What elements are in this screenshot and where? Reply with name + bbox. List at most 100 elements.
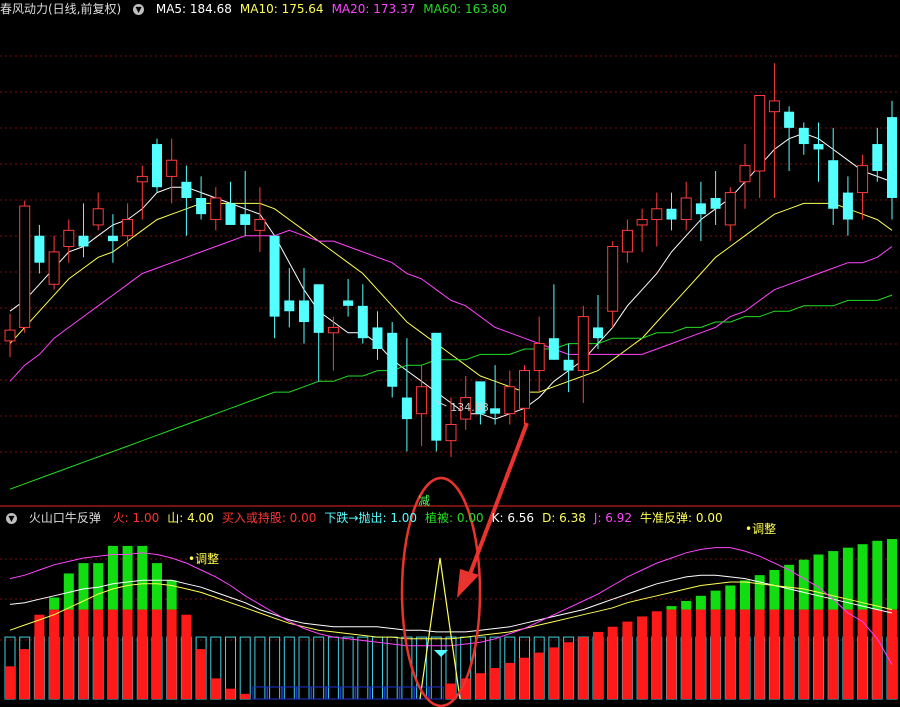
indicator-red-bar xyxy=(593,631,603,699)
sub_header-value-6: D: 6.38 xyxy=(542,511,586,525)
indicator-green-bar xyxy=(740,580,750,610)
indicator-green-bar xyxy=(754,575,765,610)
candle-body-down xyxy=(34,235,45,263)
indicator-red-bar xyxy=(798,609,809,699)
indicator-red-bar xyxy=(490,668,501,699)
indicator-red-bar xyxy=(842,609,853,699)
candle-body-down xyxy=(152,144,162,188)
candle-body-down xyxy=(798,127,809,145)
indicator-red-bar xyxy=(181,614,192,699)
indicator-red-bar xyxy=(710,609,721,699)
candle-body-up xyxy=(577,316,589,372)
indicator-red-bar xyxy=(666,609,677,699)
chevron-down-icon[interactable]: ▼ xyxy=(6,513,17,524)
candle-body-up xyxy=(166,159,178,177)
candle-body-down xyxy=(284,300,295,312)
indicator-red-bar xyxy=(63,609,74,699)
indicator-green-bar xyxy=(107,545,118,610)
indicator-green-bar xyxy=(666,606,677,610)
low-price-label: 134.88 xyxy=(450,401,489,414)
indicator-green-bar xyxy=(798,559,809,610)
candle-body-up xyxy=(4,329,16,342)
indicator-red-bar xyxy=(137,609,148,699)
indicator-red-bar xyxy=(725,609,736,699)
candle-body-down xyxy=(78,235,89,247)
indicator-red-bar xyxy=(93,609,104,699)
indicator-red-bar xyxy=(740,609,750,699)
indicator-green-bar xyxy=(857,544,868,610)
candle-body-down xyxy=(181,181,192,198)
candle-body-down xyxy=(828,160,839,209)
indicator-green-bar xyxy=(828,551,839,610)
candle-body-down xyxy=(313,284,324,333)
chevron-down-icon[interactable]: ▼ xyxy=(133,4,145,15)
indicator-green-bar xyxy=(152,563,162,610)
main-title[interactable]: 春风动力(日线,前复权) xyxy=(0,2,121,16)
candle-body-up xyxy=(327,326,339,334)
indicator-red-bar xyxy=(607,626,618,699)
indicator-red-bar xyxy=(637,616,648,699)
candle-body-up xyxy=(680,197,692,221)
indicator-red-bar xyxy=(34,614,45,699)
candle-body-down xyxy=(387,332,398,387)
indicator-red-bar xyxy=(107,609,118,699)
candle-body-up xyxy=(519,370,530,409)
candle-body-up xyxy=(48,251,60,285)
candle-body-down xyxy=(548,338,559,360)
sub_header-value-8: 牛准反弹: 0.00 xyxy=(640,511,723,525)
indicator-green-bar xyxy=(710,590,721,610)
indicator-red-bar xyxy=(166,609,177,699)
indicator-red-bar xyxy=(475,673,486,699)
candle-body-down xyxy=(372,327,383,349)
indicator-red-bar xyxy=(695,609,706,699)
indicator-red-bar xyxy=(813,609,824,699)
indicator-red-bar xyxy=(210,678,221,699)
indicator-red-bar xyxy=(240,693,251,699)
indicator-red-bar xyxy=(504,662,515,699)
sub_header-value-2: 买入或持股: 0.00 xyxy=(221,511,317,525)
candle-body-up xyxy=(621,229,633,253)
sub_header-value-7: J: 6.92 xyxy=(593,511,633,525)
indicator-red-bar xyxy=(122,609,133,699)
candle-body-down xyxy=(666,208,677,220)
candle-body-up xyxy=(210,197,222,221)
sub_header-value-4: 植被: 0.00 xyxy=(425,511,484,525)
candle-body-down xyxy=(842,192,853,220)
candle-body-up xyxy=(136,175,148,183)
indicator-red-bar xyxy=(152,609,162,699)
indicator-green-bar xyxy=(122,545,133,610)
candle-body-up xyxy=(533,343,545,372)
indicator-red-bar xyxy=(563,642,574,699)
chart-stage: 134.88 减 •调整 •调整 xyxy=(0,0,900,707)
candle-body-up xyxy=(857,165,869,194)
indicator-red-bar xyxy=(49,609,60,699)
indicator-red-bar xyxy=(651,611,662,699)
sub-header: ▼ 火山口牛反弹 火: 1.00 山: 4.00 买入或持股: 0.00 下跌→抛出:… xyxy=(0,509,739,527)
candle-body-down xyxy=(695,203,706,215)
indicator-red-bar xyxy=(622,621,633,699)
candle-body-up xyxy=(63,229,75,248)
candle-body-up xyxy=(739,165,751,183)
indicator-red-bar xyxy=(887,609,897,699)
indicator-red-bar xyxy=(19,649,30,699)
indicator-green-bar xyxy=(813,554,824,610)
candle-body-down xyxy=(240,214,251,225)
candle-body-up xyxy=(19,205,31,328)
indicator-green-bar xyxy=(681,600,692,610)
indicator-red-bar xyxy=(828,609,839,699)
indicator-green-bar xyxy=(137,545,148,610)
indicator-red-bar xyxy=(534,652,545,699)
indicator-red-bar xyxy=(681,609,692,699)
candle-body-down xyxy=(784,111,795,128)
marker-text: 减 xyxy=(418,494,430,508)
main_header-value-2: MA20: 173.37 xyxy=(331,2,416,16)
indicator-red-bar xyxy=(548,647,559,699)
main_header-value-0: MA5: 184.68 xyxy=(155,2,232,16)
adjust-label-right: •调整 xyxy=(745,521,776,536)
candle-body-up xyxy=(92,208,104,226)
sub_header-value-1: 山: 4.00 xyxy=(167,511,214,525)
indicator-title[interactable]: 火山口牛反弹 xyxy=(29,511,101,525)
candle-body-up xyxy=(768,100,780,113)
candle-body-down xyxy=(872,144,883,172)
candle-body-up xyxy=(122,219,134,237)
